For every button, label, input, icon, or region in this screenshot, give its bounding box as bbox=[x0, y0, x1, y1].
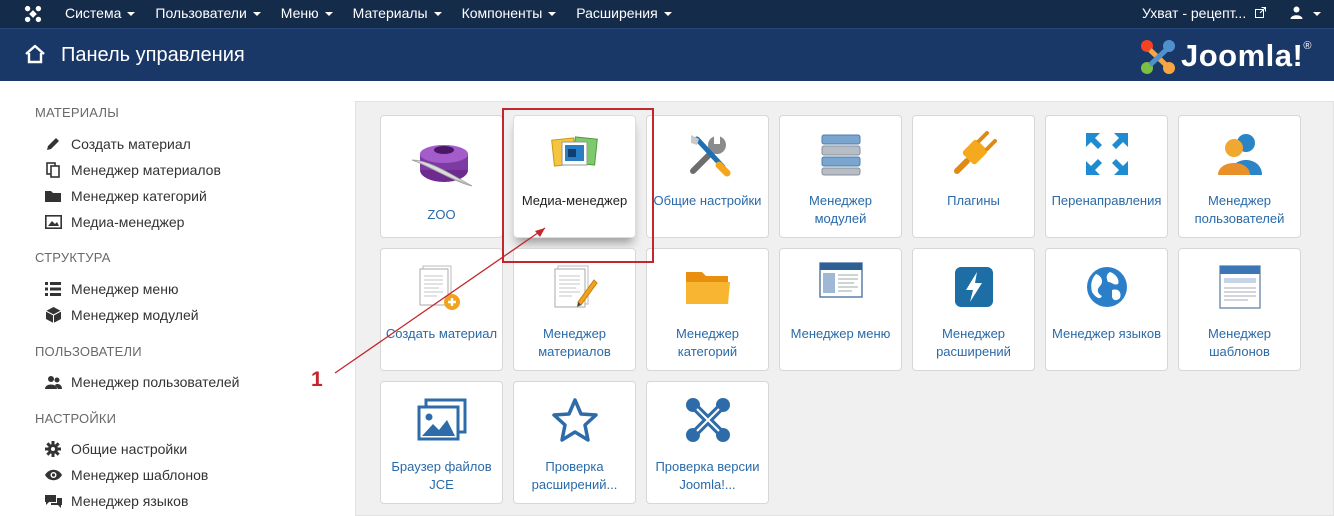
tile-zoo[interactable]: ZOO bbox=[380, 115, 503, 238]
sidebar-item-new-article[interactable]: Создать материал bbox=[44, 134, 191, 154]
site-link[interactable]: Ухват - рецепт... bbox=[1142, 0, 1267, 27]
sidebar-item-global-config[interactable]: Общие настройки bbox=[44, 439, 187, 459]
menu-icon bbox=[780, 251, 901, 311]
copy-icon bbox=[44, 162, 62, 178]
tile-menu-manager[interactable]: Менеджер меню bbox=[779, 248, 902, 371]
users-icon bbox=[44, 374, 62, 390]
list-icon bbox=[44, 281, 62, 297]
tile-template-manager[interactable]: Менеджер шаблонов bbox=[1178, 248, 1301, 371]
redirect-icon bbox=[1046, 124, 1167, 184]
tile-module-manager[interactable]: Менеджер модулей bbox=[779, 115, 902, 238]
tile-label: Менеджер языков bbox=[1052, 326, 1161, 341]
image-browser-icon bbox=[381, 390, 502, 450]
users-icon bbox=[1179, 124, 1300, 184]
external-link-icon bbox=[1255, 7, 1267, 18]
tile-redirects[interactable]: Перенаправления bbox=[1045, 115, 1168, 238]
sidebar-item-media[interactable]: Медиа-менеджер bbox=[44, 212, 184, 232]
joomla-brand-icon bbox=[1141, 40, 1175, 74]
image-icon bbox=[44, 214, 62, 230]
highlight-frame bbox=[502, 108, 654, 263]
articles-icon bbox=[514, 257, 635, 317]
tile-user-manager[interactable]: Менеджер пользователей bbox=[1178, 115, 1301, 238]
tile-label: Проверка версии Joomla!... bbox=[655, 459, 760, 492]
menu-extensions[interactable]: Расширения bbox=[566, 0, 681, 28]
folder-icon bbox=[44, 188, 62, 204]
sidebar-item-templates[interactable]: Менеджер шаблонов bbox=[44, 465, 208, 485]
tile-joomla-version-check[interactable]: Проверка версии Joomla!... bbox=[646, 381, 769, 504]
tile-label: Менеджер шаблонов bbox=[1207, 326, 1272, 359]
tile-label: Менеджер модулей bbox=[808, 193, 873, 226]
tile-extension-check[interactable]: Проверка расширений... bbox=[513, 381, 636, 504]
cube-icon bbox=[44, 307, 62, 323]
pencil-icon bbox=[44, 136, 62, 152]
plugin-icon bbox=[913, 124, 1034, 184]
star-icon bbox=[514, 390, 635, 450]
extensions-icon bbox=[913, 257, 1034, 317]
tile-label: ZOO bbox=[427, 207, 456, 222]
tile-label: Менеджер категорий bbox=[675, 326, 740, 359]
menu-users[interactable]: Пользователи bbox=[145, 0, 270, 28]
inkwell-icon bbox=[381, 130, 502, 190]
joomla-icon bbox=[647, 390, 768, 450]
globe-icon bbox=[1046, 257, 1167, 317]
user-icon bbox=[1290, 6, 1303, 19]
gear-icon bbox=[44, 441, 62, 457]
tile-label: Менеджер пользователей bbox=[1194, 193, 1285, 226]
caret-down-icon bbox=[252, 12, 261, 16]
top-navbar: Система Пользователи Меню Материалы Комп… bbox=[0, 0, 1334, 28]
tile-new-article[interactable]: Создать материал bbox=[380, 248, 503, 371]
tools-icon bbox=[647, 124, 768, 184]
tile-plugins[interactable]: Плагины bbox=[912, 115, 1035, 238]
tile-category-manager[interactable]: Менеджер категорий bbox=[646, 248, 769, 371]
caret-down-icon bbox=[663, 12, 672, 16]
sidebar-item-modules[interactable]: Менеджер модулей bbox=[44, 305, 199, 325]
tile-jce-file-browser[interactable]: Браузер файлов JCE bbox=[380, 381, 503, 504]
tile-label: Проверка расширений... bbox=[531, 459, 618, 492]
page-title: Панель управления bbox=[61, 44, 245, 66]
tile-label: Перенаправления bbox=[1051, 193, 1162, 208]
menu-components[interactable]: Компоненты bbox=[452, 0, 567, 28]
sidebar-item-menus[interactable]: Менеджер меню bbox=[44, 279, 178, 299]
caret-down-icon bbox=[1312, 12, 1321, 16]
tile-label: Менеджер меню bbox=[790, 326, 891, 341]
tile-label: Общие настройки bbox=[653, 193, 762, 208]
section-title-structure: СТРУКТУРА bbox=[35, 250, 111, 265]
sidebar: МАТЕРИАЛЫ Создать материал Менеджер мате… bbox=[0, 81, 340, 516]
menu-system[interactable]: Система bbox=[55, 0, 145, 28]
home-icon bbox=[25, 44, 45, 64]
templates-icon bbox=[1179, 257, 1300, 317]
section-title-content: МАТЕРИАЛЫ bbox=[35, 105, 119, 120]
tile-label: Браузер файлов JCE bbox=[391, 459, 492, 492]
caret-down-icon bbox=[324, 12, 333, 16]
joomla-logo-icon[interactable] bbox=[24, 5, 42, 23]
caret-down-icon bbox=[433, 12, 442, 16]
sidebar-item-articles[interactable]: Менеджер материалов bbox=[44, 160, 221, 180]
tile-label: Менеджер расширений bbox=[936, 326, 1011, 359]
menu-menus[interactable]: Меню bbox=[271, 0, 343, 28]
comments-icon bbox=[44, 493, 62, 509]
tile-extension-manager[interactable]: Менеджер расширений bbox=[912, 248, 1035, 371]
sidebar-item-users[interactable]: Менеджер пользователей bbox=[44, 372, 240, 392]
sidebar-item-categories[interactable]: Менеджер категорий bbox=[44, 186, 207, 206]
folder-icon bbox=[647, 257, 768, 317]
tile-language-manager[interactable]: Менеджер языков bbox=[1045, 248, 1168, 371]
modules-icon bbox=[780, 124, 901, 184]
sidebar-item-languages[interactable]: Менеджер языков bbox=[44, 491, 188, 511]
eye-icon bbox=[44, 467, 62, 483]
joomla-brand-text: Joomla!® bbox=[1181, 38, 1312, 73]
new-article-icon bbox=[381, 257, 502, 317]
tile-article-manager[interactable]: Менеджер материалов bbox=[513, 248, 636, 371]
menu-content[interactable]: Материалы bbox=[343, 0, 452, 28]
tile-label: Создать материал bbox=[385, 326, 498, 341]
section-title-users: ПОЛЬЗОВАТЕЛИ bbox=[35, 344, 142, 359]
tile-label: Менеджер материалов bbox=[538, 326, 611, 359]
section-title-settings: НАСТРОЙКИ bbox=[35, 411, 117, 426]
tile-global-config[interactable]: Общие настройки bbox=[646, 115, 769, 238]
annotation-number: 1 bbox=[311, 368, 323, 391]
caret-down-icon bbox=[548, 12, 557, 16]
user-menu-button[interactable] bbox=[1290, 0, 1321, 27]
page-header: Панель управления Joomla!® bbox=[0, 28, 1334, 81]
caret-down-icon bbox=[127, 12, 136, 16]
tile-label: Плагины bbox=[947, 193, 1000, 208]
